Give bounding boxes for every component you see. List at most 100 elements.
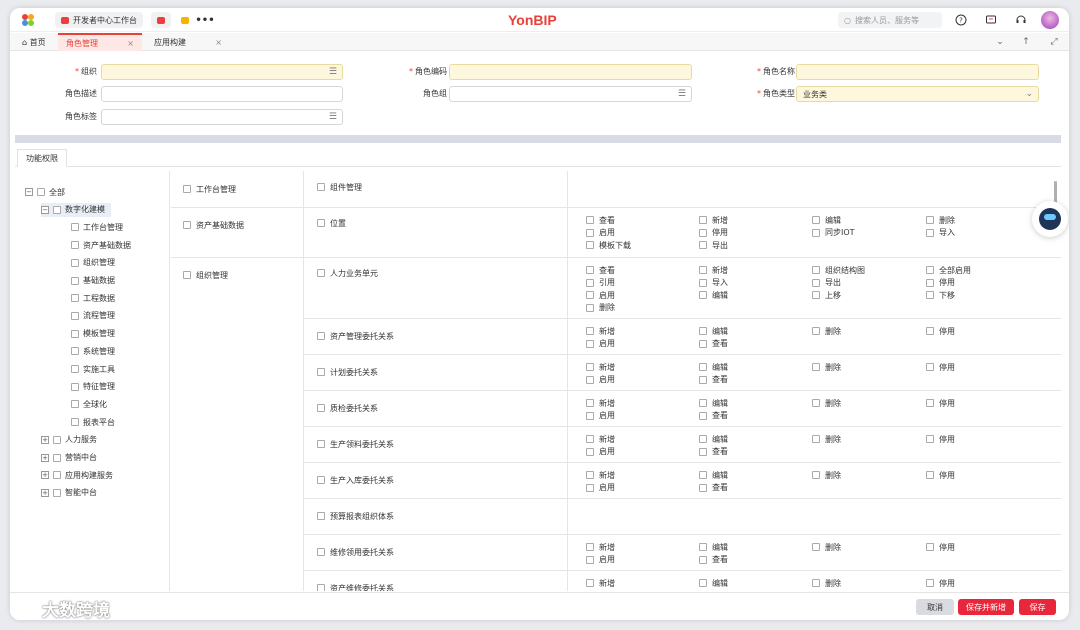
checkbox[interactable] (926, 471, 934, 479)
tab-home[interactable]: ⌂ 首页 (14, 33, 54, 51)
checkbox[interactable] (586, 399, 594, 407)
permission-checkbox[interactable]: 维修领用委托关系 (317, 546, 394, 558)
tree-checkbox[interactable] (53, 205, 61, 214)
permission-checkbox[interactable]: 资产维修委托关系 (317, 582, 394, 591)
checkbox[interactable] (699, 483, 707, 492)
permission-checkbox[interactable]: 新增 (699, 214, 728, 226)
checkbox[interactable] (183, 221, 191, 229)
help-icon[interactable]: ? (953, 12, 969, 28)
tree-checkbox[interactable] (53, 471, 61, 480)
checkbox[interactable] (699, 278, 707, 287)
cancel-button[interactable]: 取消 (916, 599, 954, 615)
permission-checkbox[interactable]: 停用 (926, 469, 955, 481)
permission-checkbox[interactable]: 新增 (586, 361, 615, 373)
tree-item[interactable]: 报表平台 (71, 415, 115, 429)
checkbox[interactable] (317, 440, 325, 448)
permission-checkbox[interactable]: 组织管理 (183, 269, 228, 281)
tree-checkbox[interactable] (71, 294, 79, 303)
checkbox[interactable] (926, 543, 934, 551)
save-button[interactable]: 保存 (1019, 599, 1056, 615)
checkbox[interactable] (317, 219, 325, 227)
checkbox[interactable] (926, 399, 934, 407)
permission-checkbox[interactable]: 查看 (699, 482, 728, 494)
checkbox[interactable] (317, 332, 325, 340)
expand-icon[interactable]: + (41, 435, 49, 444)
tree-item[interactable]: 模板管理 (71, 327, 115, 341)
checkbox[interactable] (699, 375, 707, 384)
tree-item[interactable]: − 数字化建模 (41, 202, 111, 217)
permission-checkbox[interactable]: 停用 (926, 433, 955, 445)
tree-checkbox[interactable] (71, 276, 79, 285)
permission-checkbox[interactable]: 编辑 (699, 325, 728, 337)
chevron-down-icon[interactable]: ⌄ (1025, 89, 1033, 99)
permission-checkbox[interactable]: 计划委托关系 (317, 366, 378, 378)
permission-checkbox[interactable]: 启用 (586, 338, 615, 350)
checkbox[interactable] (586, 266, 594, 274)
permission-checkbox[interactable]: 删除 (926, 214, 955, 226)
tree-checkbox[interactable] (71, 241, 79, 250)
permission-checkbox[interactable]: 查看 (699, 446, 728, 458)
permission-checkbox[interactable]: 删除 (812, 577, 841, 589)
permission-checkbox[interactable]: 新增 (586, 541, 615, 553)
checkbox[interactable] (317, 404, 325, 412)
checkbox[interactable] (926, 266, 934, 274)
checkbox[interactable] (317, 548, 325, 556)
checkbox[interactable] (183, 185, 191, 193)
checkbox[interactable] (586, 327, 594, 335)
checkbox[interactable] (699, 471, 707, 479)
checkbox[interactable] (317, 584, 325, 591)
expand-icon[interactable]: + (41, 471, 49, 480)
tree-item[interactable]: 组织管理 (71, 256, 115, 270)
avatar[interactable] (1041, 11, 1059, 29)
permission-checkbox[interactable]: 同步IOT (812, 227, 855, 239)
tree-checkbox[interactable] (71, 365, 79, 373)
permission-checkbox[interactable]: 生产领料委托关系 (317, 438, 394, 450)
permission-checkbox[interactable]: 查看 (699, 554, 728, 566)
checkbox[interactable] (317, 368, 325, 376)
permission-checkbox[interactable]: 停用 (699, 227, 728, 239)
permission-checkbox[interactable]: 删除 (812, 541, 841, 553)
checkbox[interactable] (317, 512, 325, 520)
permission-checkbox[interactable]: 停用 (926, 397, 955, 409)
expand-icon[interactable]: + (41, 453, 49, 462)
permission-checkbox[interactable]: 停用 (926, 577, 955, 589)
collapse-icon[interactable]: − (25, 188, 33, 196)
checkbox[interactable] (586, 363, 594, 371)
permission-checkbox[interactable]: 资产管理委托关系 (317, 330, 394, 342)
checkbox[interactable] (586, 228, 594, 237)
permission-checkbox[interactable]: 编辑 (699, 469, 728, 481)
permission-checkbox[interactable]: 停用 (926, 277, 955, 289)
group-input[interactable]: ☰ (449, 86, 692, 102)
permission-checkbox[interactable]: 新增 (586, 433, 615, 445)
permission-checkbox[interactable]: 启用 (586, 289, 615, 301)
checkbox[interactable] (699, 579, 707, 587)
checkbox[interactable] (812, 471, 820, 479)
list-icon[interactable]: ☰ (329, 112, 337, 122)
checkbox[interactable] (699, 435, 707, 443)
permission-checkbox[interactable]: 资产基础数据 (183, 219, 244, 231)
permission-checkbox[interactable]: 组织结构图 (812, 264, 865, 276)
search-input[interactable]: ○ 搜索人员、服务等 (838, 12, 942, 28)
permission-checkbox[interactable]: 下移 (926, 289, 955, 301)
tree-item[interactable]: 流程管理 (71, 309, 115, 323)
checkbox[interactable] (699, 228, 707, 237)
checkbox[interactable] (812, 216, 820, 224)
desc-input[interactable] (101, 86, 343, 102)
expand-icon[interactable]: ⤢ (1047, 35, 1061, 49)
permission-checkbox[interactable]: 组件管理 (317, 181, 362, 193)
checkbox[interactable] (699, 266, 707, 274)
tree-checkbox[interactable] (53, 435, 61, 444)
app-tab-red[interactable] (151, 12, 171, 28)
checkbox[interactable] (586, 447, 594, 456)
permission-checkbox[interactable]: 新增 (586, 325, 615, 337)
tab-role-management[interactable]: 角色管理 × (58, 33, 142, 51)
permission-checkbox[interactable]: 全部启用 (926, 264, 971, 276)
tree-checkbox[interactable] (53, 488, 61, 497)
permission-checkbox[interactable]: 删除 (812, 433, 841, 445)
checkbox[interactable] (586, 241, 594, 249)
checkbox[interactable] (699, 241, 707, 249)
checkbox[interactable] (812, 291, 820, 299)
permission-checkbox[interactable]: 停用 (926, 541, 955, 553)
upload-icon[interactable]: ↑ (1019, 35, 1033, 49)
checkbox[interactable] (812, 266, 820, 274)
